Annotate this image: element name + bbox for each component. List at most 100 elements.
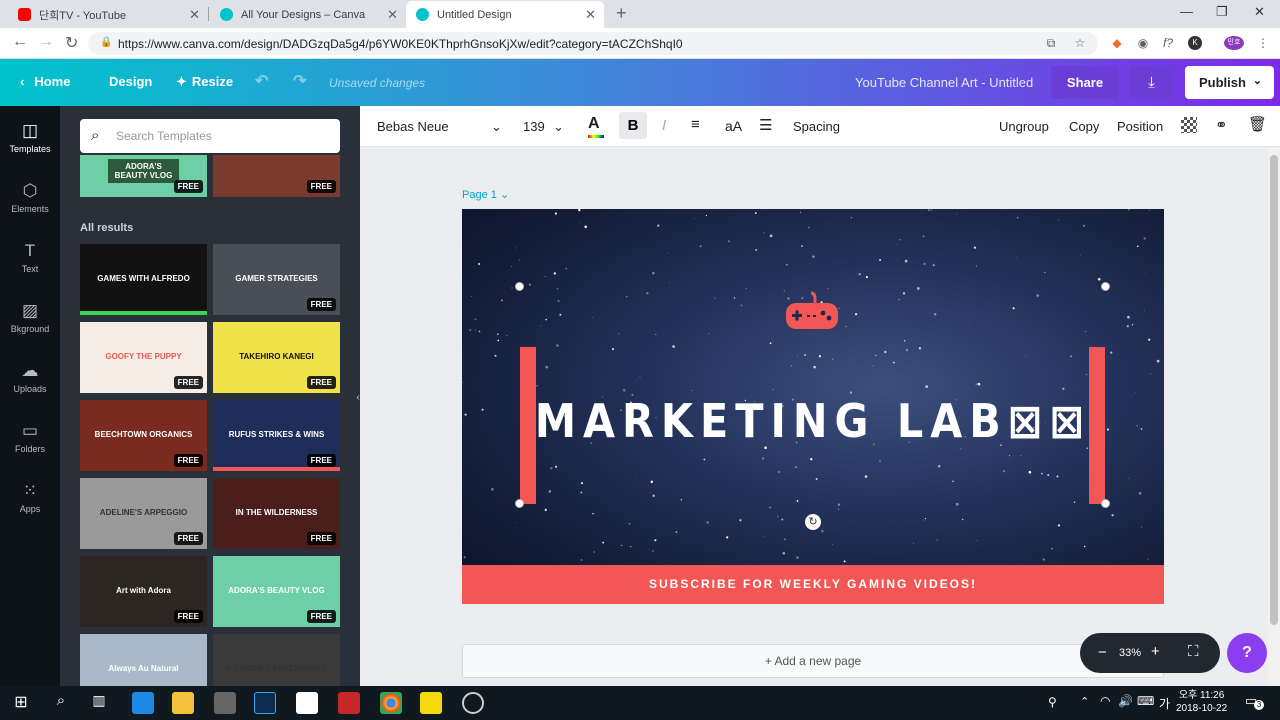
selection-handle[interactable] <box>1101 282 1110 291</box>
browser-menu-icon[interactable]: ⋮ <box>1256 36 1270 50</box>
notification-icon[interactable]: ▭ 3 <box>1245 693 1264 710</box>
template-thumbnail[interactable]: ADORA'S BEAUTY VLOG FREE <box>80 155 207 197</box>
copy-button[interactable]: Copy <box>1069 119 1099 134</box>
chrome-icon[interactable] <box>380 692 402 714</box>
align-center-button[interactable]: ≡ <box>691 116 700 133</box>
photoshop-icon[interactable] <box>254 692 276 714</box>
app-circle-icon[interactable] <box>462 692 484 714</box>
tray-chevron-icon[interactable]: ⌃ <box>1080 695 1089 708</box>
text-color-button[interactable]: A <box>588 115 604 138</box>
template-thumbnail[interactable]: RUFUS STRIKES & WINS FREE <box>213 400 340 471</box>
filezilla-icon[interactable] <box>338 692 360 714</box>
tab-untitled-design[interactable]: Untitled Design ✕ <box>406 1 604 28</box>
profile-avatar[interactable]: 민호 <box>1224 36 1244 50</box>
subscribe-banner[interactable]: SUBSCRIBE FOR WEEKLY GAMING VIDEOS! <box>462 565 1164 604</box>
zoom-level[interactable]: 33% <box>1119 647 1141 659</box>
template-thumbnail[interactable]: ADORA'S BEAUTY VLOG FREE <box>213 556 340 627</box>
help-button[interactable]: ? <box>1227 633 1267 673</box>
fullscreen-icon[interactable]: ⛶ <box>1188 643 1199 660</box>
bookmark-star-icon[interactable]: ☆ <box>1073 36 1087 50</box>
template-thumbnail[interactable]: TAKEHIRO KANEGI FREE <box>213 322 340 393</box>
ungroup-button[interactable]: Ungroup <box>999 119 1049 134</box>
selection-handle[interactable] <box>1101 499 1110 508</box>
home-button[interactable]: ‹ Home <box>20 74 70 89</box>
close-icon[interactable]: ✕ <box>387 7 398 23</box>
resize-button[interactable]: ✦ Resize <box>176 74 233 90</box>
camera-icon[interactable]: ◉ <box>1136 36 1150 50</box>
windows-start-icon[interactable]: ⊞ <box>10 692 32 714</box>
template-thumbnail[interactable]: IN THE WILDERNESS FREE <box>213 478 340 549</box>
sidebar-item-folders[interactable]: ▭ Folders <box>0 420 60 454</box>
undo-icon[interactable]: ↶ <box>255 71 268 91</box>
system-clock[interactable]: 오후 11:26 2018-10-22 <box>1176 689 1227 715</box>
back-button[interactable]: ← <box>12 33 28 51</box>
download-button[interactable]: ⤓ <box>1129 66 1174 99</box>
italic-button[interactable]: I <box>662 117 666 134</box>
ime-indicator[interactable]: 가 <box>1159 695 1170 712</box>
close-window-button[interactable]: ✕ <box>1254 4 1265 20</box>
template-thumbnail[interactable]: GAMER STRATEGIES FREE <box>213 244 340 315</box>
scrollbar-thumb[interactable] <box>1270 155 1278 625</box>
template-thumbnail[interactable]: FREE <box>213 155 340 197</box>
url-field[interactable]: 🔒 https://www.canva.com/design/DADGzqDa5… <box>88 32 1098 55</box>
extension-k-icon[interactable]: K <box>1188 36 1202 50</box>
sidebar-item-templates[interactable]: ◫ Templates <box>0 120 60 154</box>
search-icon[interactable]: ⌕ <box>50 692 72 714</box>
spacing-button[interactable]: Spacing <box>793 119 840 134</box>
share-button[interactable]: Share <box>1051 66 1119 99</box>
wifi-icon[interactable]: ◠ <box>1100 694 1110 708</box>
template-thumbnail[interactable]: Art with Adora FREE <box>80 556 207 627</box>
headline-text[interactable]: MARKETING LAB⊠⊠ <box>462 394 1164 448</box>
sidebar-item-background[interactable]: ▨ Bkground <box>0 300 60 334</box>
add-page-button[interactable]: + Add a new page <box>462 644 1164 678</box>
sticky-notes-icon[interactable] <box>420 692 442 714</box>
template-thumbnail[interactable]: ADELINE'S ARPEGGIO FREE <box>80 478 207 549</box>
vertical-scrollbar[interactable] <box>1268 147 1280 686</box>
font-family-dropdown[interactable]: Bebas Neue ⌄ <box>377 119 502 134</box>
zoom-in-button[interactable]: + <box>1151 643 1160 660</box>
reload-button[interactable]: ↻ <box>65 33 78 53</box>
letter-case-button[interactable]: aA <box>725 118 742 134</box>
template-thumbnail[interactable]: GOOFY THE PUPPY FREE <box>80 322 207 393</box>
tab-youtube[interactable]: 단희TV - YouTube ✕ <box>8 1 208 28</box>
forward-button[interactable]: → <box>38 33 54 51</box>
position-button[interactable]: Position <box>1117 119 1163 134</box>
transparency-icon[interactable] <box>1181 117 1197 133</box>
close-icon[interactable]: ✕ <box>189 7 200 23</box>
bold-button[interactable]: B <box>619 112 647 139</box>
font-size-dropdown[interactable]: 139 ⌄ <box>523 119 564 134</box>
keyboard-icon[interactable]: ⌨ <box>1137 694 1154 708</box>
selection-handle[interactable] <box>515 499 524 508</box>
template-thumbnail[interactable]: A GAMER'S ADVENTURES <box>213 634 340 686</box>
zoom-out-button[interactable]: − <box>1098 644 1107 661</box>
sidebar-item-elements[interactable]: ⬡ Elements <box>0 180 60 214</box>
trash-icon[interactable]: 🗑 <box>1248 115 1267 133</box>
link-icon[interactable]: ⚭ <box>1215 116 1228 134</box>
sidebar-item-uploads[interactable]: ☁ Uploads <box>0 360 60 394</box>
document-title[interactable]: YouTube Channel Art - Untitled <box>855 75 1033 90</box>
translate-icon[interactable]: ⧉ <box>1044 36 1058 50</box>
maximize-button[interactable]: ❐ <box>1216 4 1228 20</box>
new-tab-button[interactable]: + <box>616 3 627 24</box>
gamepad-icon[interactable] <box>783 291 841 335</box>
design-canvas[interactable]: MARKETING LAB⊠⊠ ↻ SUBSCRIBE FOR WEEKLY G… <box>462 209 1164 604</box>
rotate-handle-icon[interactable]: ↻ <box>805 514 821 530</box>
tab-all-designs[interactable]: All Your Designs – Canva ✕ <box>210 1 406 28</box>
sidebar-item-apps[interactable]: ⁙ Apps <box>0 480 60 514</box>
minimize-button[interactable]: — <box>1180 4 1193 19</box>
sidebar-item-text[interactable]: T Text <box>0 240 60 274</box>
page-label[interactable]: Page 1 ⌄ <box>462 188 509 201</box>
list-button[interactable]: ☰ <box>759 116 772 134</box>
close-icon[interactable]: ✕ <box>585 7 596 23</box>
app-es-icon[interactable] <box>214 692 236 714</box>
volume-icon[interactable]: 🔊 <box>1118 694 1133 708</box>
template-thumbnail[interactable]: GAMES WITH ALFREDO <box>80 244 207 315</box>
redo-icon[interactable]: ↷ <box>293 71 306 91</box>
publish-button[interactable]: Publish ⌄ <box>1185 66 1274 99</box>
search-templates-input[interactable]: ⌕ Search Templates <box>80 119 340 153</box>
template-thumbnail[interactable]: BEECHTOWN ORGANICS FREE <box>80 400 207 471</box>
app-icon[interactable] <box>296 692 318 714</box>
design-menu-button[interactable]: Design <box>109 74 152 89</box>
selection-handle[interactable] <box>515 282 524 291</box>
extension-icon[interactable]: ◆ <box>1110 36 1124 50</box>
